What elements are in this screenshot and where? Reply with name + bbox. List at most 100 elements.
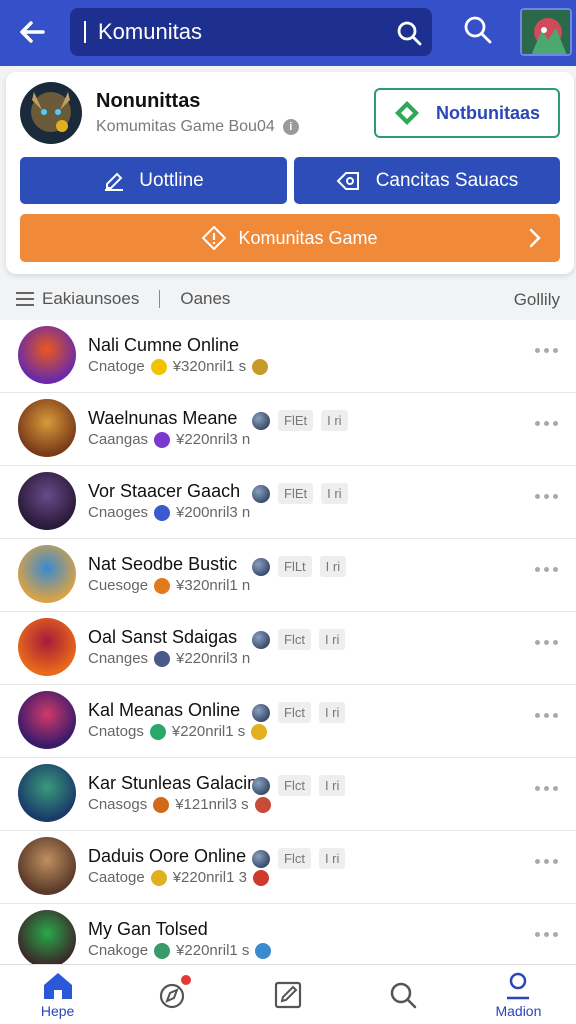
game-category: Cuesoge (88, 577, 149, 594)
game-icon (252, 557, 270, 576)
nav-discover[interactable] (115, 965, 230, 1024)
list-item[interactable]: Kal Meanas Online Cnatogs ¥220nril1 s Flct I… (0, 685, 576, 758)
game-member-count: ¥220nril1 s (176, 942, 250, 959)
game-category: Cnakoge (88, 942, 149, 959)
badge-icon (254, 796, 271, 813)
filter-tab-1[interactable]: Eakiaunsoes (42, 289, 139, 309)
row-tags: Flct I ri (252, 629, 346, 650)
nav-post[interactable] (230, 965, 345, 1024)
arrow-left-icon (20, 21, 45, 43)
nav-profile-label: Madion (495, 1002, 542, 1019)
more-options-icon[interactable] (535, 421, 558, 426)
game-meta: Cuesoge ¥320nril1 n (88, 577, 250, 594)
game-category: Cnaoges (88, 504, 149, 521)
badge-icon (252, 358, 269, 375)
game-title: Kar Stunleas Galacins (88, 773, 267, 793)
diamond-icon (394, 101, 419, 125)
back-button[interactable] (14, 14, 50, 50)
game-title: Oal Sanst Sdaigas (88, 627, 238, 647)
game-member-count: ¥320nril1 n (176, 577, 251, 594)
follow-button-label: Notbunitaas (435, 102, 540, 123)
community-game-button[interactable]: Komunitas Game (20, 214, 560, 262)
game-category: Cnatogs (88, 723, 144, 740)
more-options-icon[interactable] (535, 640, 558, 645)
community-avatar (20, 82, 82, 144)
row-tag: Flct (278, 848, 311, 869)
home-icon (43, 972, 72, 999)
follow-button[interactable]: Notbunitaas (374, 88, 560, 138)
game-category: Caangas (88, 431, 149, 448)
game-meta: Cnakoge ¥220nril1 s (88, 942, 272, 959)
filter-right-link[interactable]: Gollily (514, 290, 560, 310)
more-options-icon[interactable] (535, 713, 558, 718)
game-category: Caatoge (88, 869, 145, 886)
profile-icon (507, 972, 530, 999)
menu-icon[interactable] (16, 292, 34, 306)
category-icon (150, 869, 167, 886)
game-list: Nali Cumne Online Cnatoge ¥320nril1 s Waeln… (0, 320, 576, 964)
category-icon (154, 650, 171, 667)
more-options-icon[interactable] (535, 786, 558, 791)
nav-search[interactable] (346, 965, 461, 1024)
category-icon (153, 796, 170, 813)
game-meta: Caangas ¥220nril3 n (88, 431, 250, 448)
community-game-label: Komunitas Game (238, 227, 378, 248)
row-tag: I ri (318, 848, 346, 869)
search-icon[interactable] (462, 14, 494, 46)
row-tag: FlEt (278, 410, 314, 431)
list-item[interactable]: Oal Sanst Sdaigas Cnanges ¥220nril3 n Flct I… (0, 612, 576, 685)
list-item[interactable]: Vor Staacer Gaach Cnaoges ¥200nril3 n FlEt I… (0, 466, 576, 539)
game-member-count: ¥220nril1 s (171, 723, 246, 740)
more-options-icon[interactable] (535, 494, 558, 499)
game-avatar (18, 837, 76, 895)
tag-icon (336, 171, 359, 190)
row-tags: FlLt I ri (252, 556, 347, 577)
game-member-count: ¥320nril1 s (172, 358, 247, 375)
game-title: Nali Cumne Online (88, 335, 240, 355)
game-category: Cnatoge (88, 358, 145, 375)
outline-button[interactable]: Uottline (20, 157, 287, 204)
game-icon (252, 411, 270, 430)
user-avatar[interactable] (520, 8, 572, 56)
list-item[interactable]: Nali Cumne Online Cnatoge ¥320nril1 s (0, 320, 576, 393)
list-item[interactable]: My Gan Tolsed Cnakoge ¥220nril1 s (0, 904, 576, 964)
more-options-icon[interactable] (535, 859, 558, 864)
filter-bar: Eakiaunsoes Oanes Gollily (0, 280, 576, 318)
list-item[interactable]: Nat Seodbe Bustic Cuesoge ¥320nril1 n FlLt I… (0, 539, 576, 612)
game-title: Nat Seodbe Bustic (88, 554, 238, 574)
more-options-icon[interactable] (535, 348, 558, 353)
list-item[interactable]: Kar Stunleas Galacins Cnasogs ¥121nril3 sF… (0, 758, 576, 831)
game-title: Kal Meanas Online (88, 700, 241, 720)
divider (159, 290, 161, 308)
top-bar: Komunitas (0, 0, 576, 66)
game-meta: Cnatogs ¥220nril1 s (88, 723, 268, 740)
filter-tab-2[interactable]: Oanes (180, 289, 230, 309)
category-button-label: Cancitas Sauacs (375, 169, 519, 191)
search-input-value: Komunitas (98, 19, 202, 44)
info-icon[interactable]: i (282, 119, 299, 135)
game-category: Cnasogs (88, 796, 148, 813)
row-tags: Flct I ri (252, 848, 346, 869)
edit-icon (105, 172, 124, 191)
game-avatar (18, 764, 76, 822)
category-button[interactable]: Cancitas Sauacs (294, 157, 560, 204)
row-tag: FlEt (278, 483, 314, 504)
more-options-icon[interactable] (535, 567, 558, 572)
game-icon (252, 776, 270, 795)
list-item[interactable]: Daduis Oore Online Caatoge ¥220nril1 3 Flct… (0, 831, 576, 904)
notification-badge (181, 975, 192, 985)
more-options-icon[interactable] (535, 932, 558, 937)
outline-button-label: Uottline (139, 169, 204, 191)
chevron-right-icon (529, 228, 541, 248)
search-icon[interactable] (396, 20, 422, 46)
community-card: Nonunittas Komumitas Game Bou04 i Notbun… (6, 72, 574, 274)
nav-profile[interactable]: Madion (461, 965, 576, 1024)
game-avatar (18, 910, 76, 964)
community-subtitle-text: Komumitas Game Bou04 (96, 118, 275, 135)
row-tags: FlEt I ri (252, 483, 348, 504)
search-input[interactable]: Komunitas (70, 8, 432, 56)
row-tag: I ri (318, 775, 346, 796)
nav-home[interactable]: Hepe (0, 965, 115, 1024)
game-title: Daduis Oore Online (88, 846, 247, 866)
list-item[interactable]: Waelnunas Meane Caangas ¥220nril3 n FlEt I r… (0, 393, 576, 466)
